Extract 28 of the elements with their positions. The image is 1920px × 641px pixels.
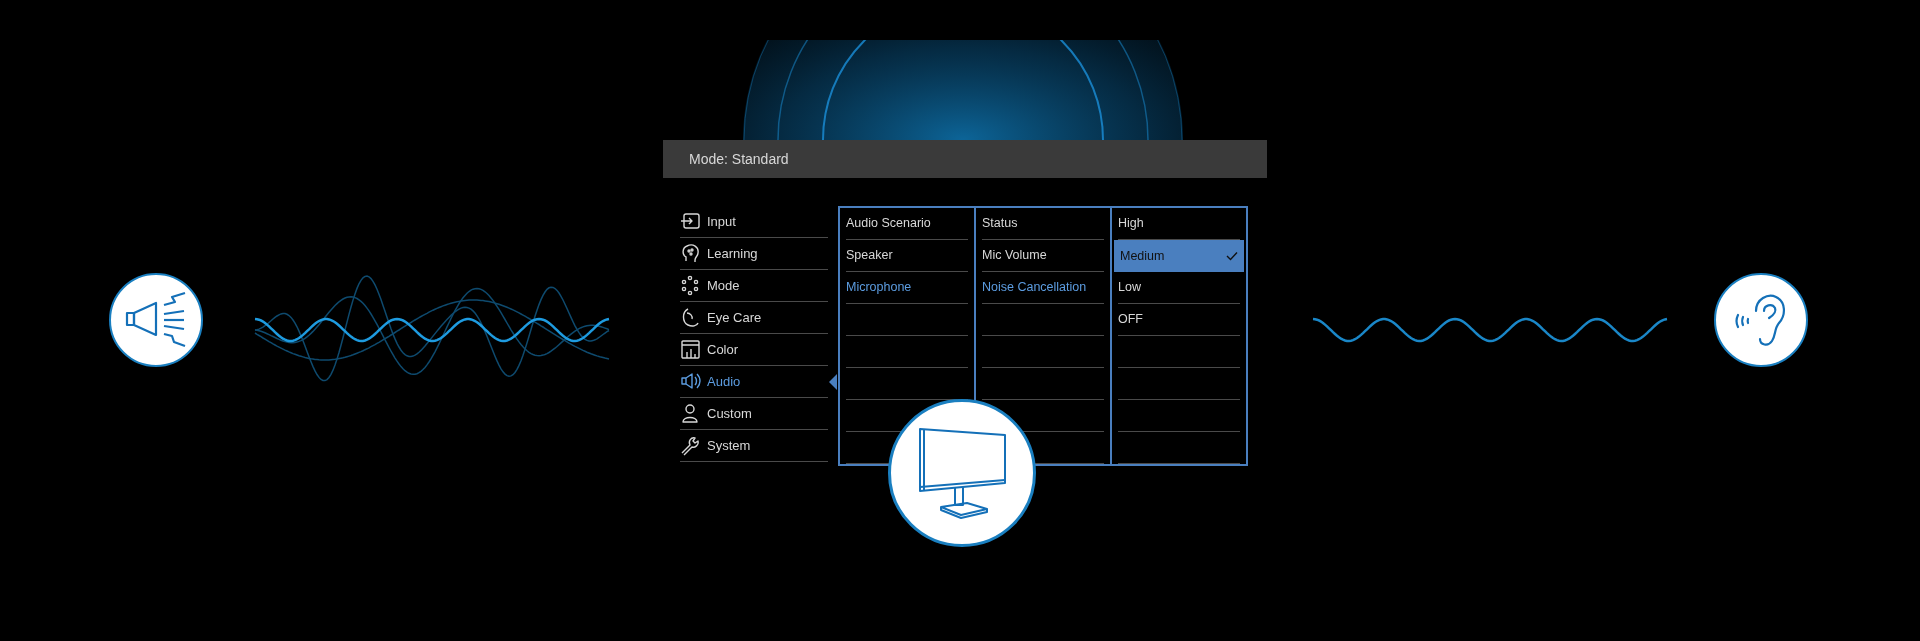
menu-icon xyxy=(680,211,701,232)
sidebar-item[interactable]: Audio xyxy=(680,366,828,398)
sidebar-item[interactable]: System xyxy=(680,430,828,462)
menu-icon xyxy=(680,371,701,392)
menu-icon xyxy=(680,435,701,456)
menu-icon xyxy=(680,243,701,264)
menu-option[interactable]: OFF xyxy=(1118,304,1240,336)
menu-option[interactable]: Status xyxy=(982,208,1104,240)
menu-icon xyxy=(680,339,701,360)
sidebar-item[interactable]: Learning xyxy=(680,238,828,270)
menu-option[interactable]: Low xyxy=(1118,272,1240,304)
sidebar-item[interactable]: Input xyxy=(680,206,828,238)
menu-option[interactable]: Speaker xyxy=(846,240,968,272)
menu-option[interactable]: Mic Volume xyxy=(982,240,1104,272)
menu-option[interactable]: Microphone xyxy=(846,272,968,304)
sidebar-item[interactable]: Mode xyxy=(680,270,828,302)
monitor-icon xyxy=(917,425,1007,521)
sidebar-item[interactable]: Color xyxy=(680,334,828,366)
loudspeaker-icon xyxy=(125,291,187,349)
menu-icon xyxy=(680,275,701,296)
menu-option[interactable]: Audio Scenario xyxy=(846,208,968,240)
sidebar-item[interactable]: Eye Care xyxy=(680,302,828,334)
menu-icon xyxy=(680,307,701,328)
menu-option[interactable]: Medium xyxy=(1114,240,1244,272)
sidebar-item[interactable]: Custom xyxy=(680,398,828,430)
menu-icon xyxy=(680,403,701,424)
menu-option[interactable]: Noise Cancellation xyxy=(982,272,1104,304)
mode-title: Mode: Standard xyxy=(689,149,789,169)
